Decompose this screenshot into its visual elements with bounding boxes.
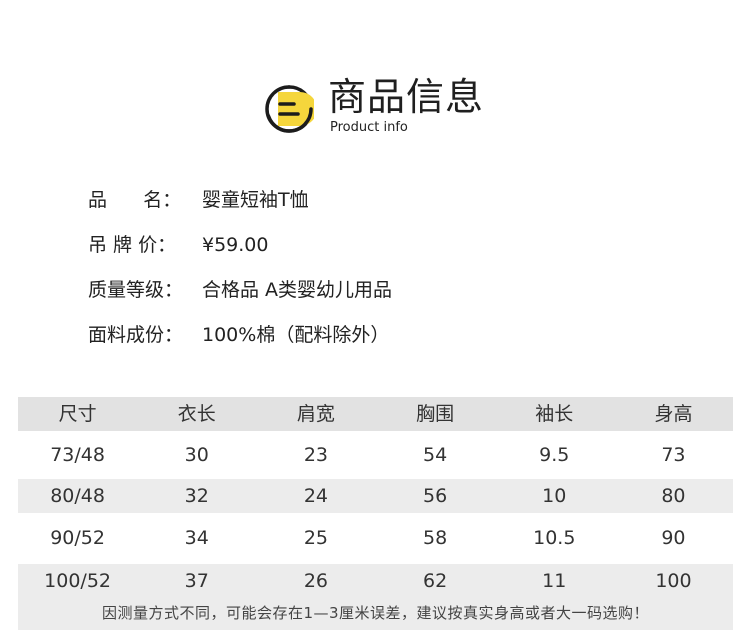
info-label: 质量等级：: [88, 279, 184, 301]
info-label: 面料成份：: [88, 324, 184, 346]
table-cell: 37: [184, 570, 209, 592]
measurement-note: 因测量方式不同，可能会存在1—3厘米误差，建议按真实身高或者大一码选购！: [18, 598, 733, 630]
table-cell: 11: [542, 570, 567, 592]
table-cell: 23: [303, 444, 329, 466]
table-cell: 24: [303, 485, 329, 507]
table-cell: 80: [661, 485, 686, 507]
table-cell: 90/52: [50, 527, 105, 549]
table-cell: 54: [423, 444, 448, 466]
table-header-cell: 衣长: [177, 403, 216, 425]
table-cell: 30: [184, 444, 209, 466]
table-cell: 56: [423, 485, 448, 507]
table-header-cell: 肩宽: [296, 403, 335, 425]
info-value: 合格品 A类婴幼儿用品: [202, 279, 393, 301]
table-cell: 90: [661, 527, 686, 549]
table-header-cell: 尺寸: [58, 403, 97, 425]
page-title: 商品信息: [328, 75, 485, 119]
table-row: 80/48 32 24 56 10 80: [18, 479, 733, 513]
table-cell: 32: [184, 485, 209, 507]
table-header-row: 尺寸 衣长 肩宽 胸围 袖长 身高: [18, 397, 733, 431]
info-label: 吊 牌 价：: [88, 234, 177, 256]
table-cell: 25: [303, 527, 329, 549]
table-cell: 100: [655, 570, 692, 592]
table-cell: 62: [423, 570, 448, 592]
section-header: 商品信息 Product info: [262, 74, 522, 144]
info-value: ¥59.00: [202, 234, 269, 256]
document-logo-icon: [265, 85, 314, 133]
table-cell: 80/48: [50, 485, 105, 507]
table-cell: 34: [184, 527, 209, 549]
table-header-cell: 胸围: [416, 403, 455, 425]
table-cell: 10: [542, 485, 567, 507]
table-cell: 58: [423, 527, 448, 549]
table-row: 90/52 34 25 58 10.5 90: [18, 521, 733, 555]
table-header-cell: 身高: [654, 403, 693, 425]
table-cell: 73: [661, 444, 686, 466]
table-row: 73/48 30 23 54 9.5 73: [18, 438, 733, 472]
page-subtitle: Product info: [330, 120, 408, 135]
table-cell: 100/52: [44, 570, 111, 592]
table-header-cell: 袖长: [535, 403, 574, 425]
table-cell: 9.5: [539, 444, 570, 466]
table-cell: 10.5: [533, 527, 576, 549]
info-label: 品 名：: [88, 189, 182, 211]
info-value: 婴童短袖T恤: [202, 189, 309, 211]
table-cell: 73/48: [50, 444, 105, 466]
table-cell: 26: [303, 570, 329, 592]
table-row: 100/52 37 26 62 11 100: [18, 564, 733, 598]
info-value: 100%棉（配料除外）: [202, 324, 390, 346]
